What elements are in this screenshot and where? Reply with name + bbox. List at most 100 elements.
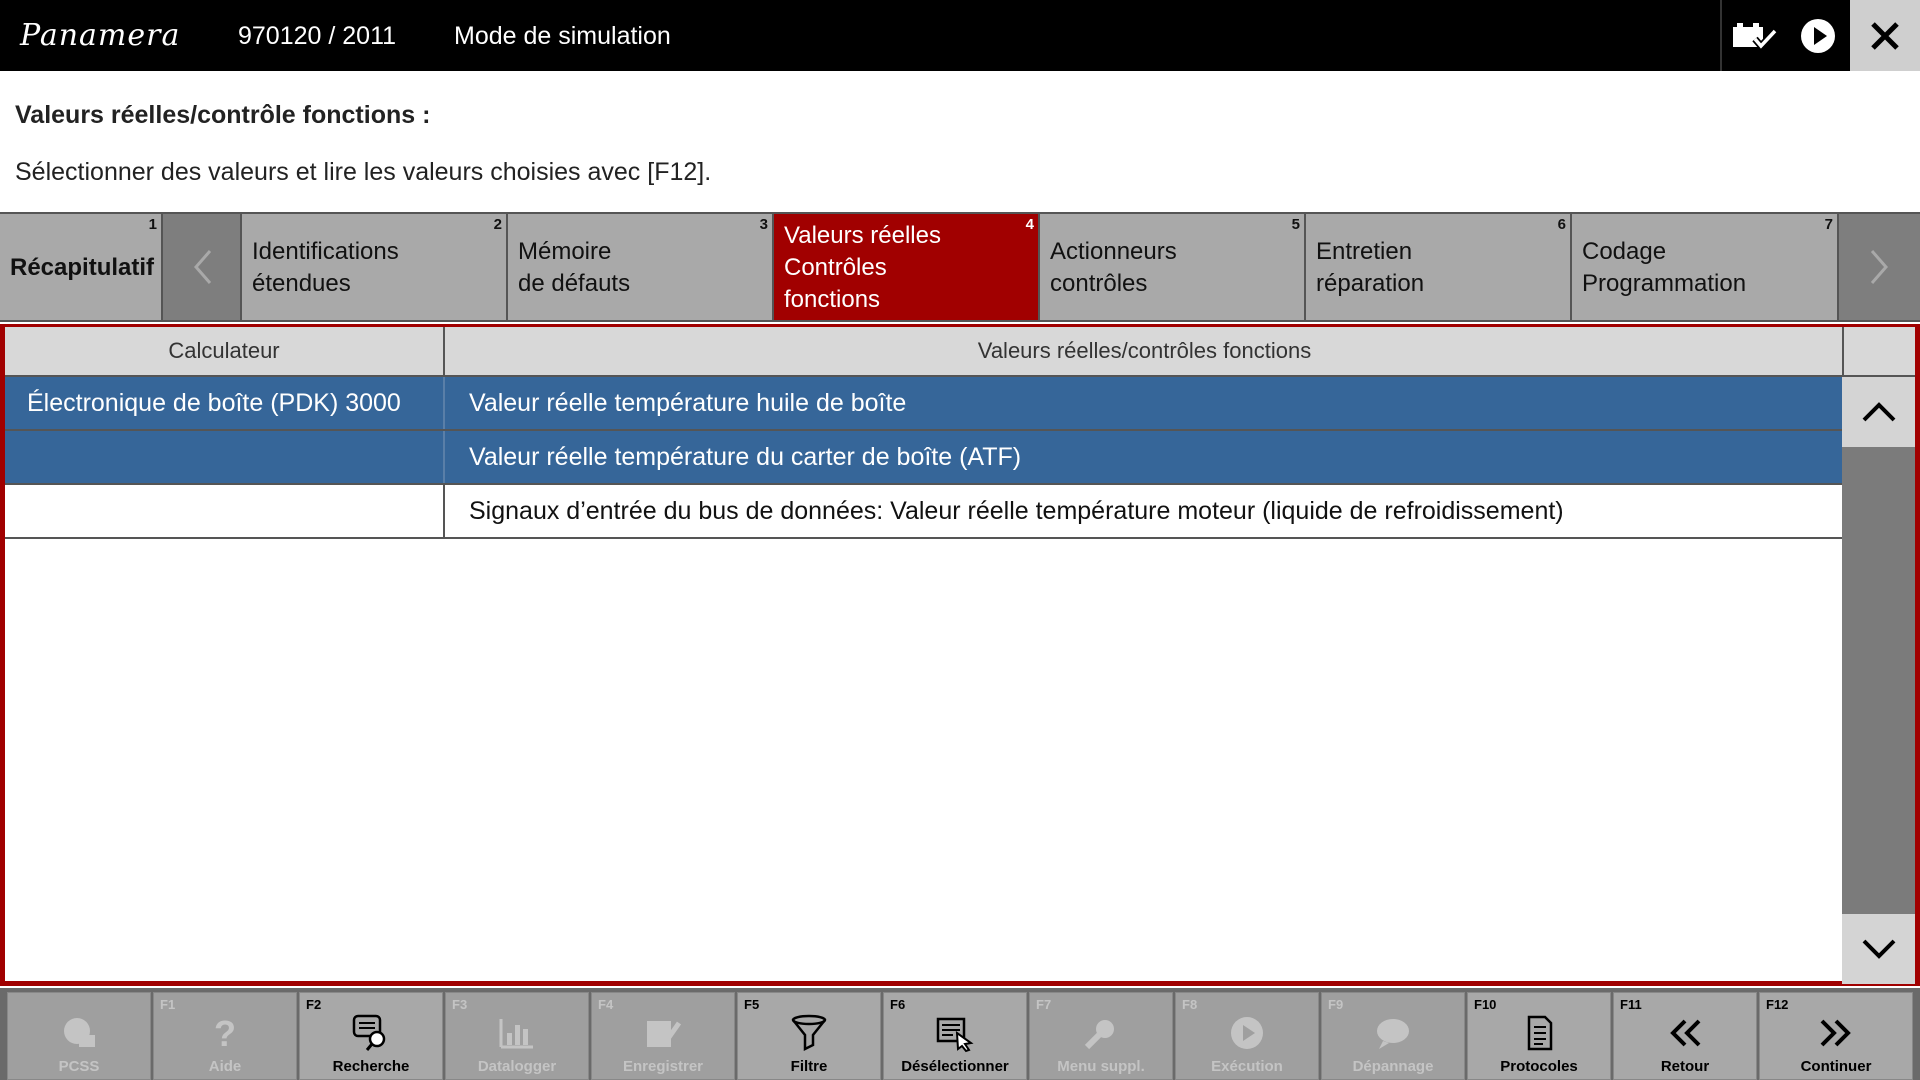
ecu-cell — [5, 431, 445, 483]
fkey-number: F2 — [306, 997, 322, 1012]
tab-identifications[interactable]: 2 Identifications étendues — [242, 214, 508, 320]
deselect-icon — [936, 1017, 974, 1053]
fkey-number: F11 — [1620, 997, 1642, 1012]
tab-number: 7 — [1824, 216, 1833, 233]
protocols-button[interactable]: F10 Protocoles — [1467, 992, 1611, 1080]
column-header-values[interactable]: Valeurs réelles/contrôles fonctions — [447, 327, 1842, 375]
fkey-label: Exécution — [1211, 1058, 1283, 1075]
close-button[interactable] — [1850, 0, 1920, 71]
title-bar: Panamera 970120 / 2011 Mode de simulatio… — [0, 0, 1920, 71]
fkey-label: Aide — [208, 1058, 242, 1075]
tab-label: Actionneurs contrôles — [1050, 238, 1177, 297]
step-tabs: 1 Récapitulatif 2 Identifications étendu… — [0, 212, 1920, 322]
close-icon — [1871, 21, 1899, 50]
fkey-number: F8 — [1182, 997, 1198, 1012]
fkey-label: Continuer — [1800, 1058, 1872, 1075]
filter-button[interactable]: F5 Filtre — [737, 992, 881, 1080]
tab-number: 3 — [759, 216, 768, 233]
mode-label: Mode de simulation — [454, 22, 671, 50]
back-icon — [1670, 1019, 1701, 1047]
chevron-up-icon — [1862, 402, 1895, 422]
help-icon: ? — [214, 1014, 236, 1052]
ecu-cell: Électronique de boîte (PDK) 3000 — [5, 377, 445, 429]
column-header-ecu[interactable]: Calculateur — [5, 327, 445, 375]
tab-label: Récapitulatif — [10, 254, 155, 281]
save-button[interactable]: F4 Enregistrer — [591, 992, 735, 1080]
search-icon — [352, 1014, 386, 1051]
tab-actionneurs[interactable]: 5 Actionneurs contrôles — [1040, 214, 1306, 320]
scroll-down-button[interactable] — [1842, 914, 1915, 984]
fkey-label: Retour — [1660, 1058, 1710, 1075]
fkey-number: F3 — [452, 997, 468, 1012]
tabs-scroll-right-button[interactable] — [1839, 214, 1920, 320]
vertical-scrollbar[interactable] — [1842, 327, 1915, 984]
execute-button[interactable]: F8 Exécution — [1175, 992, 1319, 1080]
continue-icon — [1820, 1019, 1851, 1047]
tab-label: Valeurs réelles Contrôles fonctions — [784, 222, 941, 313]
table-row[interactable]: Signaux d’entrée du bus de données: Vale… — [5, 485, 1842, 539]
chevron-left-icon — [193, 250, 211, 284]
tabs-scroll-left-button[interactable] — [163, 214, 242, 320]
vehicle-id: 970120 / 2011 — [238, 22, 397, 50]
fkey-label: Menu suppl. — [1057, 1058, 1145, 1075]
values-panel: Calculateur Valeurs réelles/contrôles fo… — [0, 324, 1920, 986]
fkey-label: Datalogger — [477, 1058, 557, 1075]
fkey-number: F6 — [890, 997, 906, 1012]
tab-memoire-defauts[interactable]: 3 Mémoire de défauts — [508, 214, 774, 320]
tab-valeurs-reelles[interactable]: 4 Valeurs réelles Contrôles fonctions — [774, 214, 1040, 320]
extra-menu-button[interactable]: F7 Menu suppl. — [1029, 992, 1173, 1080]
svg-text:?: ? — [214, 1014, 236, 1052]
fkey-label: Filtre — [790, 1058, 828, 1075]
fkey-number: F5 — [744, 997, 760, 1012]
battery-check-button[interactable] — [1722, 0, 1786, 71]
fkey-number: F7 — [1036, 997, 1052, 1012]
deselect-button[interactable]: F6 Désélectionner — [883, 992, 1027, 1080]
pcss-icon — [64, 1018, 95, 1047]
troubleshoot-icon — [1377, 1019, 1409, 1049]
continue-button[interactable]: F12 Continuer — [1759, 992, 1913, 1080]
fkey-label: Désélectionner — [901, 1058, 1009, 1075]
tab-entretien[interactable]: 6 Entretien réparation — [1306, 214, 1572, 320]
protocols-icon — [1527, 1015, 1553, 1051]
chevron-right-icon — [1870, 250, 1888, 284]
model-logo: Panamera — [20, 18, 181, 53]
scroll-up-button[interactable] — [1842, 377, 1915, 447]
fkey-number: F1 — [160, 997, 176, 1012]
datalogger-button[interactable]: F3 Datalogger — [445, 992, 589, 1080]
back-button[interactable]: F11 Retour — [1613, 992, 1757, 1080]
page-title: Valeurs réelles/contrôle fonctions : — [15, 101, 431, 129]
extra-menu-icon — [1084, 1020, 1114, 1050]
fkey-number: F9 — [1328, 997, 1344, 1012]
chevron-down-icon — [1862, 939, 1895, 959]
pcss-button[interactable]: PCSS — [7, 992, 151, 1080]
battery-check-icon — [1733, 22, 1777, 51]
value-cell: Signaux d’entrée du bus de données: Vale… — [469, 496, 1564, 525]
save-icon — [647, 1021, 682, 1047]
table-row[interactable]: Électronique de boîte (PDK) 3000 Valeur … — [5, 377, 1842, 431]
play-icon — [1801, 18, 1835, 53]
tab-label: Codage Programmation — [1582, 238, 1747, 297]
scrollbar-header — [1842, 327, 1915, 377]
value-cell: Valeur réelle température du carter de b… — [469, 442, 1022, 471]
tab-number: 5 — [1291, 216, 1300, 233]
tab-codage[interactable]: 7 Codage Programmation — [1572, 214, 1839, 320]
function-key-bar: PCSS F1 ? Aide F2 Recherche F3 Datalogge… — [0, 988, 1920, 1080]
play-button[interactable] — [1786, 0, 1850, 71]
table-header: Calculateur Valeurs réelles/contrôles fo… — [5, 327, 1842, 377]
tab-label: Mémoire de défauts — [518, 238, 631, 297]
fkey-label: Dépannage — [1352, 1058, 1434, 1075]
troubleshoot-button[interactable]: F9 Dépannage — [1321, 992, 1465, 1080]
value-cell: Valeur réelle température huile de boîte — [469, 388, 907, 417]
fkey-label: Recherche — [332, 1058, 410, 1075]
tab-number: 4 — [1025, 216, 1034, 233]
tab-label: Identifications étendues — [252, 238, 399, 297]
search-button[interactable]: F2 Recherche — [299, 992, 443, 1080]
instruction-text: Sélectionner des valeurs et lire les val… — [15, 158, 712, 186]
help-button[interactable]: F1 ? Aide — [153, 992, 297, 1080]
table-row[interactable]: Valeur réelle température du carter de b… — [5, 431, 1842, 485]
tab-label: Entretien réparation — [1316, 238, 1425, 297]
fkey-label: Enregistrer — [622, 1058, 704, 1075]
fkey-number: F4 — [598, 997, 614, 1012]
tab-recapitulatif[interactable]: 1 Récapitulatif — [0, 214, 163, 320]
filter-icon — [791, 1014, 827, 1052]
